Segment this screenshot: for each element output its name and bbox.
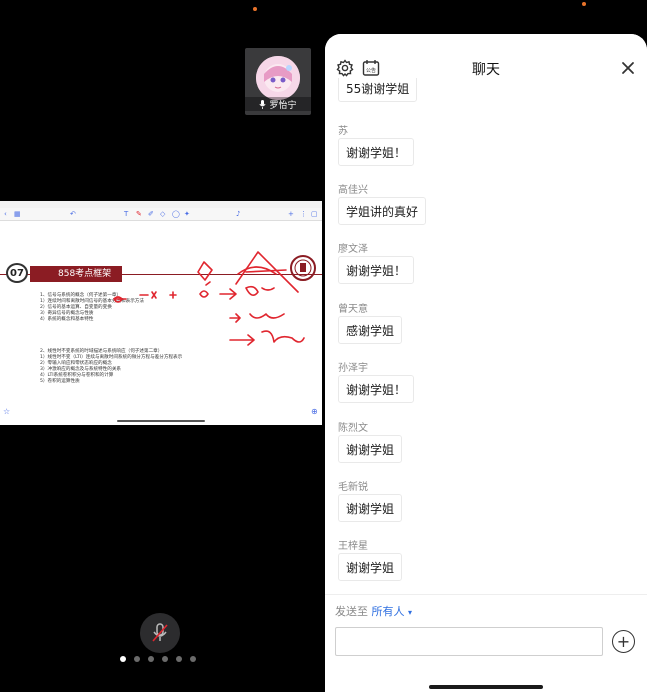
message-sender: 孙泽宇 <box>338 363 368 374</box>
message-sender: 陈烈文 <box>338 423 368 434</box>
close-button[interactable] <box>618 58 638 78</box>
message-bubble[interactable]: 55谢谢学姐 <box>338 78 418 102</box>
message-bubble[interactable]: 谢谢学姐！ <box>338 375 415 403</box>
participant-name: 罗怡宁 <box>269 100 297 111</box>
chat-message-list[interactable]: 55谢谢学姐 苏 谢谢学姐！ 高佳兴 学姐讲的真好 廖文泽 谢谢学姐！ 曾天意 … <box>325 78 647 593</box>
chat-message-input[interactable] <box>335 627 603 656</box>
chevron-left-icon: ‹ <box>4 210 7 218</box>
video-area: 罗怡宁 ‹ ▦ ↶ T ✎ ✐ ◇ ◯ ✦ ♪ + ⋮ ▢ 07 858考点框架 <box>0 0 586 692</box>
attach-button[interactable]: + <box>612 630 635 653</box>
message-bubble[interactable]: 谢谢学姐！ <box>338 256 415 284</box>
star-icon: ☆ <box>3 407 11 416</box>
undo-icon: ↶ <box>70 210 76 218</box>
lasso-icon: ◯ <box>172 210 180 218</box>
close-icon <box>622 62 634 74</box>
shared-screen-toolbar: ‹ ▦ ↶ T ✎ ✐ ◇ ◯ ✦ ♪ + ⋮ ▢ <box>0 208 322 221</box>
microphone-icon <box>259 99 267 109</box>
page-indicator[interactable] <box>120 656 196 662</box>
add-page-icon: + <box>288 210 294 218</box>
microphone-muted-icon <box>152 623 168 642</box>
message-sender: 苏 <box>338 126 348 137</box>
chat-footer: 发送至 所有人 ▾ + <box>325 594 647 692</box>
page-dot[interactable] <box>162 656 168 662</box>
participant-avatar <box>256 56 300 100</box>
more-icon: ⋮ <box>300 210 307 218</box>
zoom-icon: ⊕ <box>311 407 318 416</box>
home-indicator-shared <box>117 420 205 422</box>
highlighter-icon: ✐ <box>148 210 154 218</box>
send-to-target[interactable]: 所有人 <box>372 605 405 618</box>
grid-icon: ▦ <box>14 210 21 218</box>
page-dot[interactable] <box>176 656 182 662</box>
message-bubble[interactable]: 谢谢学姐！ <box>338 138 415 166</box>
slide: 07 858考点框架 1、信号与系统的概念（何子述第一章） 1）连续时间和离散时… <box>0 222 322 419</box>
status-dot <box>253 7 257 11</box>
text-tool-icon: T <box>124 210 129 218</box>
message-sender: 廖文泽 <box>338 244 368 255</box>
eraser-icon: ◇ <box>160 210 166 218</box>
message-sender: 毛新锐 <box>338 482 368 493</box>
message-bubble[interactable]: 谢谢学姐 <box>338 553 403 581</box>
message-bubble[interactable]: 谢谢学姐 <box>338 494 403 522</box>
page-dot[interactable] <box>148 656 154 662</box>
message-sender: 王梓星 <box>338 541 368 552</box>
caret-down-icon: ▾ <box>408 608 413 617</box>
shared-screen-statusbar <box>0 201 322 208</box>
send-to-selector[interactable]: 发送至 所有人 ▾ <box>335 603 412 619</box>
message-sender: 高佳兴 <box>338 185 368 196</box>
shared-screen[interactable]: ‹ ▦ ↶ T ✎ ✐ ◇ ◯ ✦ ♪ + ⋮ ▢ 07 858考点框架 1、信… <box>0 201 322 425</box>
message-sender: 曾天意 <box>338 304 368 315</box>
plus-icon: + <box>616 631 631 651</box>
participant-name-row: 罗怡宁 <box>245 97 311 111</box>
page-dot[interactable] <box>120 656 126 662</box>
status-dot <box>582 2 586 6</box>
participant-video-tile[interactable]: 罗怡宁 <box>245 48 311 115</box>
pen-icon: ✎ <box>136 210 142 218</box>
message-bubble[interactable]: 感谢学姐 <box>338 316 403 344</box>
chat-title: 聊天 <box>472 62 500 78</box>
page-dot[interactable] <box>190 656 196 662</box>
chat-panel: 公告 聊天 55谢谢学姐 苏 谢谢学姐！ 高佳兴 学姐讲的真好 廖文泽 谢谢学姐… <box>325 34 647 692</box>
mic-tool-icon: ♪ <box>236 210 241 218</box>
home-indicator <box>429 685 543 689</box>
message-bubble[interactable]: 谢谢学姐 <box>338 435 403 463</box>
mute-microphone-button[interactable] <box>140 613 180 653</box>
page-dot[interactable] <box>134 656 140 662</box>
send-to-label: 发送至 <box>335 605 368 618</box>
shapes-icon: ✦ <box>184 210 190 218</box>
message-bubble[interactable]: 学姐讲的真好 <box>338 197 427 225</box>
handwriting-annotations <box>113 251 305 346</box>
pages-icon: ▢ <box>311 210 318 218</box>
